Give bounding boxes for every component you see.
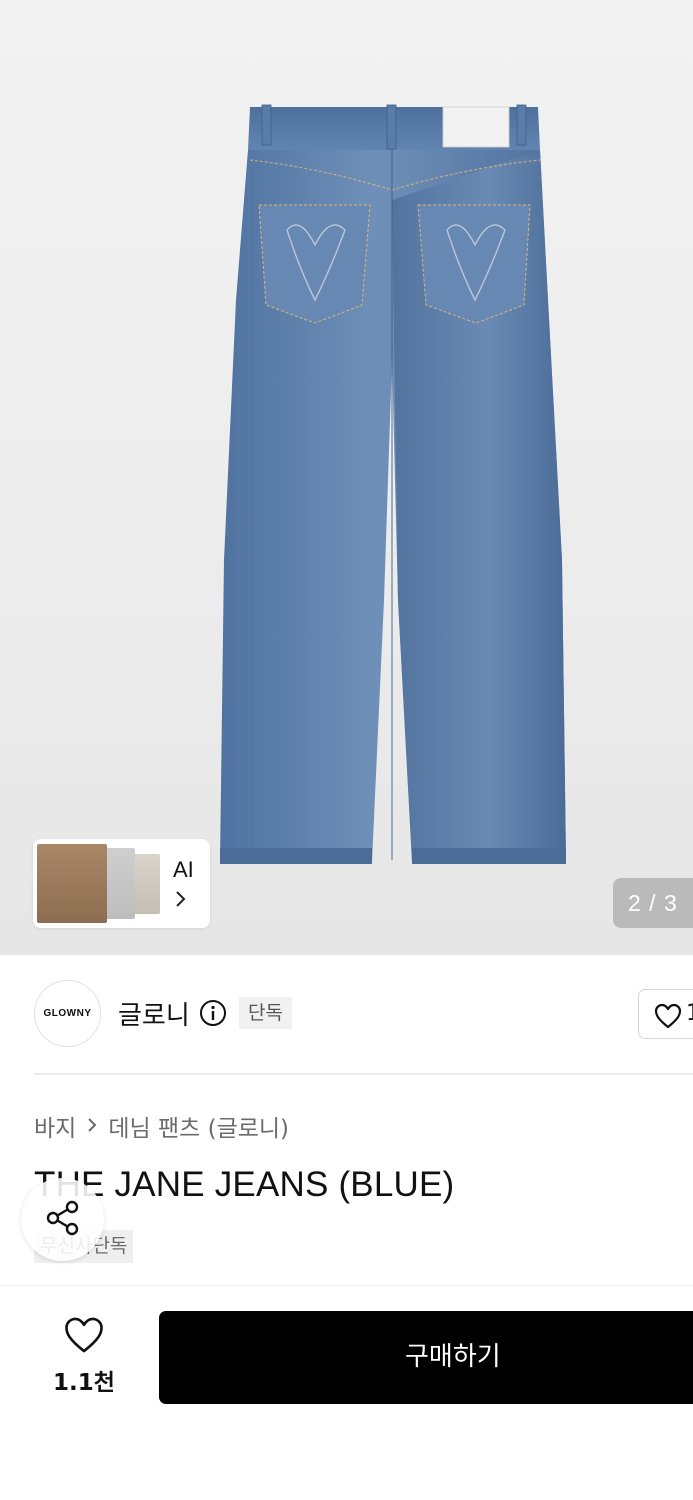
buy-button[interactable]: 구매하기	[159, 1311, 693, 1404]
brand-name[interactable]: 글로니	[118, 995, 190, 1032]
jeans-back-image	[220, 104, 566, 864]
ai-thumbnail-3	[133, 854, 160, 914]
ai-label: AI	[173, 857, 194, 882]
chevron-right-icon	[86, 1113, 98, 1139]
ai-thumbnail-1	[37, 844, 107, 923]
breadcrumb-category[interactable]: 바지	[34, 1109, 76, 1143]
share-button[interactable]	[21, 1178, 104, 1261]
ai-thumbnail-2	[103, 848, 135, 919]
brand-like-count: 1	[686, 1001, 693, 1026]
divider	[34, 1073, 693, 1075]
chevron-right-icon	[174, 890, 188, 912]
ai-styling-card[interactable]: AI	[33, 839, 210, 928]
wishlist-button[interactable]: 1.1천	[40, 1313, 128, 1396]
exclusive-badge: 단독	[239, 997, 292, 1029]
brand-logo-text: GLOWNY	[43, 1008, 92, 1019]
heart-icon	[63, 1316, 105, 1358]
heart-icon	[654, 1003, 682, 1033]
product-detail-page: AI 2 / 3 GLOWNY 글로니 단독 1 바	[0, 0, 693, 1500]
breadcrumb: 바지 데님 팬츠 (글로니)	[34, 1108, 289, 1144]
brand-row: GLOWNY 글로니 단독 1	[0, 955, 693, 1075]
brand-logo[interactable]: GLOWNY	[34, 980, 101, 1047]
divider	[0, 1285, 693, 1286]
product-image-carousel[interactable]: AI 2 / 3	[0, 0, 693, 955]
brand-like-button[interactable]: 1	[638, 989, 693, 1039]
share-icon	[43, 1198, 83, 1242]
info-icon[interactable]	[199, 999, 227, 1031]
image-page-counter: 2 / 3	[613, 878, 693, 928]
breadcrumb-subcategory[interactable]: 데님 팬츠 (글로니)	[108, 1109, 289, 1143]
wishlist-count: 1.1천	[53, 1370, 115, 1396]
